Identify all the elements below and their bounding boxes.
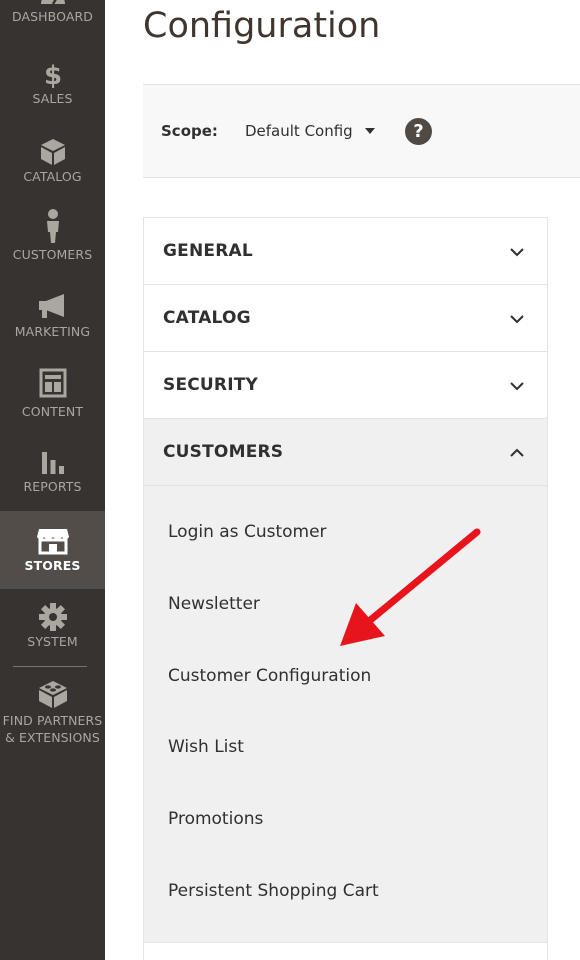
scope-switcher-bar: Scope: Default Config ?: [143, 84, 580, 178]
section-title: GENERAL: [163, 241, 253, 261]
section-security[interactable]: SECURITY: [144, 352, 547, 419]
section-customers[interactable]: CUSTOMERS: [144, 419, 547, 486]
nav-label: DASHBOARD: [11, 9, 94, 24]
blocks-icon: [33, 678, 73, 712]
config-sections-accordion: GENERAL CATALOG SECURITY CUSTOMERS Login…: [143, 217, 548, 960]
nav-find-partners[interactable]: FIND PARTNERS & EXTENSIONS: [0, 678, 105, 748]
section-title: CATALOG: [163, 308, 251, 328]
chevron-down-icon: [510, 382, 524, 391]
layout-icon: [33, 367, 73, 403]
chevron-up-icon: [510, 448, 524, 457]
person-icon: [33, 208, 73, 246]
nav-customers[interactable]: CUSTOMERS: [0, 208, 105, 268]
nav-label: STORES: [24, 558, 81, 573]
help-icon[interactable]: ?: [405, 118, 432, 145]
section-catalog[interactable]: CATALOG: [144, 285, 547, 352]
nav-marketing[interactable]: MARKETING: [0, 291, 105, 347]
dashboard-icon: [33, 0, 73, 8]
section-general[interactable]: GENERAL: [144, 218, 547, 285]
nav-label: REPORTS: [23, 479, 82, 494]
nav-label: CUSTOMERS: [12, 247, 93, 262]
nav-label: MARKETING: [14, 324, 91, 339]
nav-dashboard[interactable]: DASHBOARD: [0, 0, 105, 40]
link-persistent-shopping-cart[interactable]: Persistent Shopping Cart: [168, 881, 379, 901]
box-icon: [33, 136, 73, 168]
section-title: CUSTOMERS: [163, 442, 284, 462]
admin-sidebar: DASHBOARD $ SALES CATALOG CUSTOMERS MARK…: [0, 0, 105, 960]
nav-reports[interactable]: REPORTS: [0, 446, 105, 502]
link-customer-configuration[interactable]: Customer Configuration: [168, 666, 371, 686]
nav-label: FIND PARTNERS: [2, 713, 103, 728]
megaphone-icon: [33, 291, 73, 323]
link-promotions[interactable]: Promotions: [168, 809, 263, 829]
scope-dropdown[interactable]: Default Config: [245, 122, 375, 140]
bar-chart-icon: [33, 446, 73, 478]
nav-label: SYSTEM: [27, 634, 78, 649]
nav-label: CONTENT: [21, 404, 84, 419]
sidebar-divider: [13, 666, 87, 667]
page-title: Configuration: [143, 6, 381, 46]
customers-section-links: Login as Customer Newsletter Customer Co…: [144, 486, 547, 943]
caret-down-icon: [364, 128, 375, 134]
chevron-down-icon: [510, 315, 524, 324]
nav-stores[interactable]: STORES: [0, 511, 105, 589]
chevron-down-icon: [510, 248, 524, 257]
link-login-as-customer[interactable]: Login as Customer: [168, 522, 327, 542]
scope-label: Scope:: [161, 122, 218, 140]
store-icon: [33, 525, 73, 557]
link-newsletter[interactable]: Newsletter: [168, 594, 260, 614]
section-title: SECURITY: [163, 375, 259, 395]
nav-catalog[interactable]: CATALOG: [0, 136, 105, 192]
gear-icon: [33, 601, 73, 633]
scope-value: Default Config: [245, 122, 353, 140]
nav-system[interactable]: SYSTEM: [0, 601, 105, 657]
nav-label: CATALOG: [23, 169, 82, 184]
dollar-icon: $: [33, 58, 73, 90]
nav-content[interactable]: CONTENT: [0, 367, 105, 425]
nav-sales[interactable]: $ SALES: [0, 58, 105, 114]
nav-label: SALES: [32, 91, 73, 106]
link-wish-list[interactable]: Wish List: [168, 737, 244, 757]
svg-text:$: $: [43, 61, 61, 90]
nav-label: & EXTENSIONS: [5, 730, 100, 745]
